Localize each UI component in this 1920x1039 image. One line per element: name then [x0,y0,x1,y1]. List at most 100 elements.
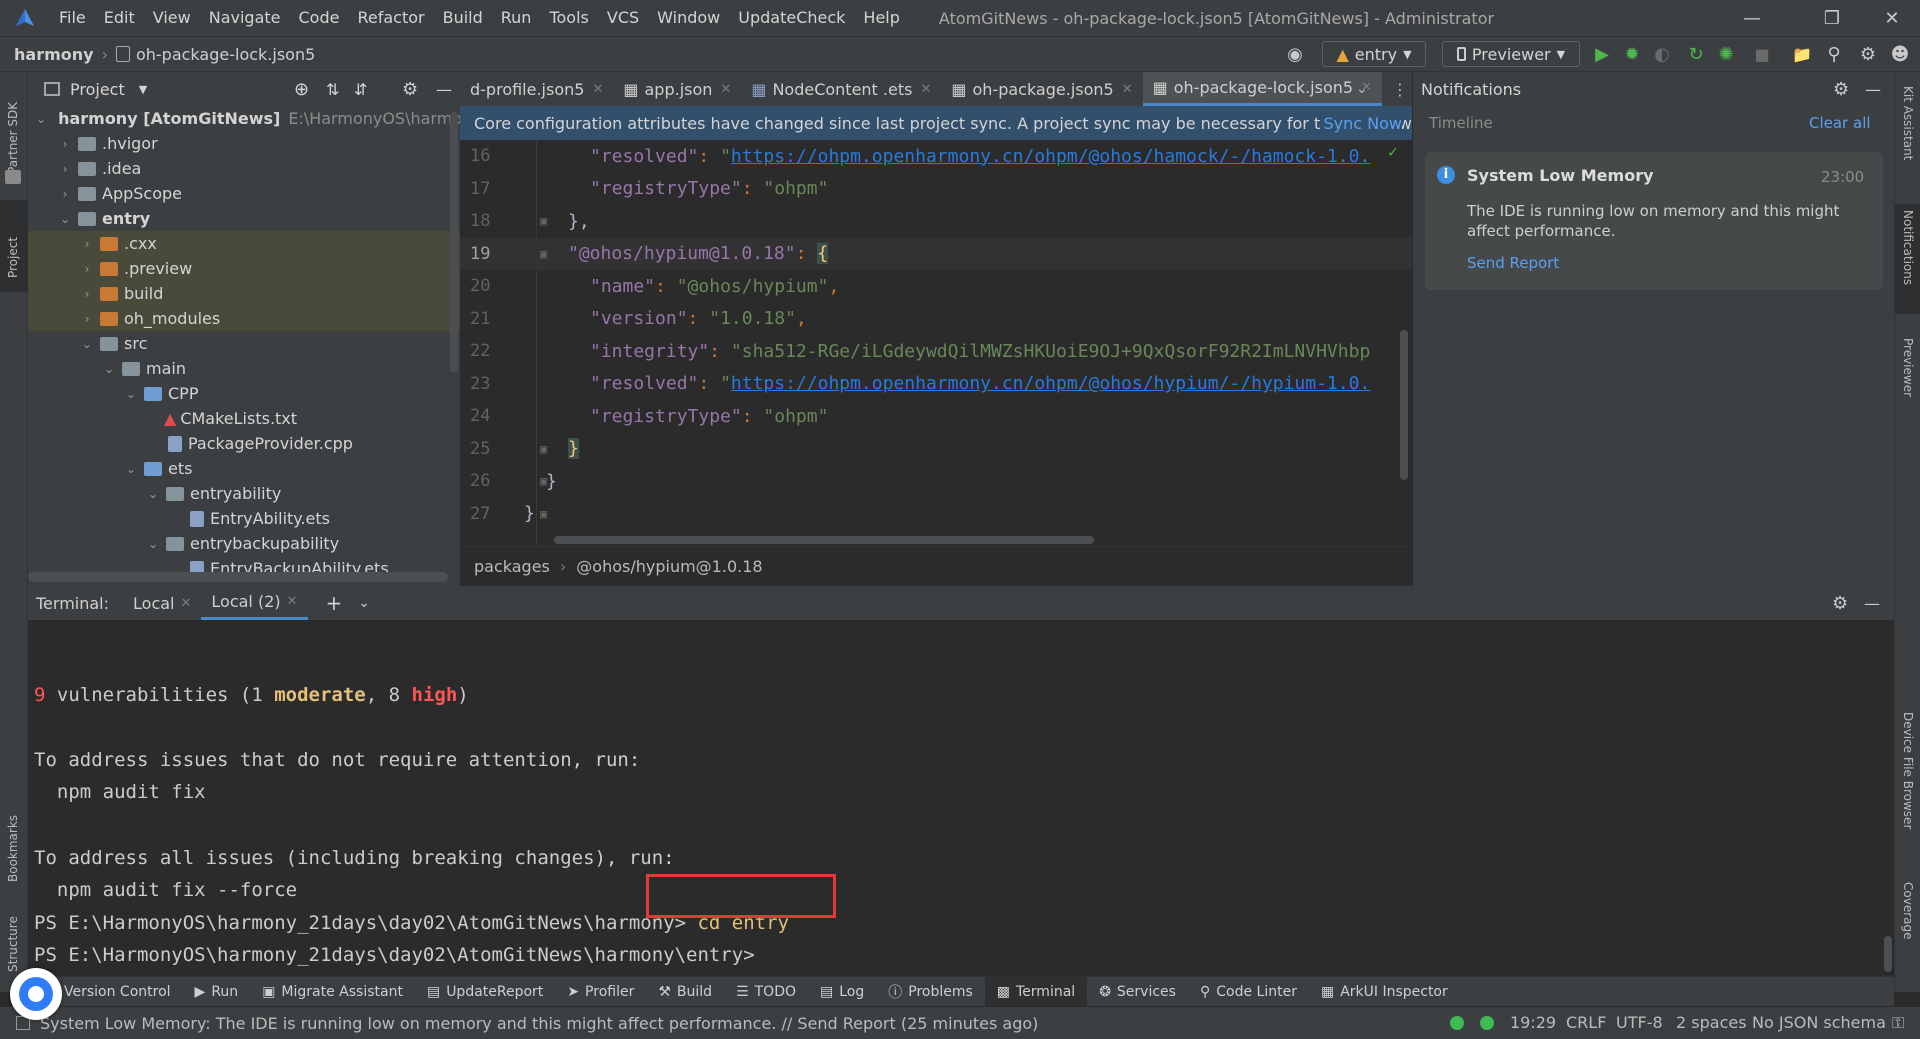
hide-panel-icon[interactable]: — [1865,80,1881,99]
tree-item-src[interactable]: ⌄ src [28,331,460,356]
menu-updatecheck[interactable]: UpdateCheck [729,0,854,36]
tool-todo[interactable]: ☰ TODO [724,977,808,1007]
clear-all-link[interactable]: Clear all [1809,114,1871,132]
tool-arkui-inspector[interactable]: ▦ ArkUI Inspector [1309,977,1460,1007]
line-separator[interactable]: CRLF [1566,1013,1606,1032]
notifications-tab[interactable]: Notifications [1901,210,1915,320]
project-structure-icon[interactable]: 📁 [1790,41,1814,67]
chevron-down-icon[interactable]: ⌄ [1356,81,1368,97]
menu-vcs[interactable]: VCS [598,0,648,36]
tab-oh-package-lock[interactable]: ▦ oh-package-lock.json5 ✕ [1142,72,1382,106]
tree-item-packageprovider[interactable]: PackageProvider.cpp [28,431,460,456]
tool-terminal[interactable]: ▩ Terminal [984,976,1088,1007]
tree-item-idea[interactable]: › .idea [28,156,460,181]
chevron-down-icon[interactable]: ⌄ [124,462,138,476]
menu-view[interactable]: View [144,0,200,36]
collapse-all-icon[interactable]: ⇵ [354,80,367,99]
tree-item-ets[interactable]: ⌄ ets [28,456,460,481]
tree-item-entryability[interactable]: ⌄ entryability [28,481,460,506]
tree-item-entry[interactable]: ⌄ entry [28,206,460,231]
menu-navigate[interactable]: Navigate [200,0,290,36]
terminal-output[interactable]: 9 vulnerabilities (1 moderate, 8 high) T… [34,646,789,972]
tree-item-appscope[interactable]: › AppScope [28,181,460,206]
tree-item-preview[interactable]: › .preview [28,256,460,281]
menu-run[interactable]: Run [492,0,541,36]
tab-d-profile[interactable]: d-profile.json5 ✕ [460,72,613,106]
tree-item-cmakelists[interactable]: ▲ CMakeLists.txt [28,406,460,431]
restore-icon[interactable]: ❐ [1804,0,1860,36]
json-schema[interactable]: No JSON schema [1752,1013,1886,1032]
tree-item-hvigor[interactable]: › .hvigor [28,131,460,156]
lock-icon[interactable]: ⚿ [1892,1013,1904,1033]
menu-refactor[interactable]: Refactor [348,0,433,36]
panel-settings-icon[interactable]: ⚙ [402,79,418,100]
partner-sdk-tab[interactable]: Partner SDK [6,84,20,174]
expand-all-icon[interactable]: ⇅ [326,80,339,99]
chevron-right-icon[interactable]: › [80,237,94,251]
kit-assistant-tab[interactable]: Kit Assistant [1901,86,1915,206]
url-link[interactable]: https://ohpm.openharmony.cn/ohpm/@ohos/h… [731,146,1370,167]
rerun-icon[interactable]: ↻ [1684,41,1708,67]
menu-build[interactable]: Build [434,0,492,36]
breadcrumb-item[interactable]: @ohos/hypium@1.0.18 [576,557,762,576]
hide-panel-icon[interactable]: — [1864,594,1880,613]
tab-oh-package[interactable]: ▦ oh-package.json5 ✕ [941,72,1142,106]
breadcrumb-file[interactable]: oh-package-lock.json5 [136,45,315,64]
tree-root[interactable]: ⌄ harmony [AtomGitNews] E:\HarmonyOS\har… [28,106,490,131]
status-message[interactable]: System Low Memory: The IDE is running lo… [40,1014,1038,1033]
breadcrumb-item[interactable]: packages [474,557,550,576]
tree-item-build[interactable]: › build [28,281,460,306]
chevron-down-icon[interactable]: ⌄ [358,595,370,611]
search-icon[interactable]: ⚲ [1822,41,1846,67]
sync-now-link[interactable]: Sync Now [1319,113,1402,133]
menu-window[interactable]: Window [648,0,729,36]
chevron-down-icon[interactable]: ▼ [139,83,147,96]
tab-app-json[interactable]: ▦ app.json ✕ [613,72,741,106]
hide-panel-icon[interactable]: — [436,80,452,99]
debug-icon[interactable]: ✹ [1620,41,1644,67]
menu-edit[interactable]: Edit [95,0,144,36]
chevron-down-icon[interactable]: ⌄ [36,112,46,126]
fold-icon[interactable]: ▣ [540,507,547,521]
tool-services[interactable]: ❂ Services [1087,977,1188,1007]
send-report-link[interactable]: Send Report [1467,254,1559,272]
menu-file[interactable]: File [50,0,95,36]
editor-vertical-scrollbar[interactable] [1400,330,1408,480]
tree-item-entrybackupability[interactable]: ⌄ entrybackupability [28,531,460,556]
tool-run[interactable]: ▶ Run [183,977,251,1007]
url-link[interactable]: https://ohpm.openharmony.cn/ohpm/@ohos/h… [731,373,1370,394]
tree-item-cxx[interactable]: › .cxx [28,231,460,256]
chevron-right-icon[interactable]: › [80,287,94,301]
horizontal-scrollbar[interactable] [28,572,448,582]
tool-updatereport[interactable]: ▤ UpdateReport [415,977,555,1007]
coverage-tab[interactable]: Coverage [1901,882,1915,972]
code-area[interactable]: 16 "resolved": "https://ohpm.openharmony.… [460,140,1412,546]
terminal-settings-icon[interactable]: ⚙ [1832,593,1848,614]
tool-code-linter[interactable]: ⚲ Code Linter [1188,977,1309,1007]
menu-help[interactable]: Help [854,0,908,36]
breadcrumb-project[interactable]: harmony [14,45,94,64]
close-icon[interactable]: ✕ [180,596,191,611]
profile-icon[interactable]: ◐ [1650,41,1674,67]
project-view-select[interactable]: Project [70,80,125,99]
chevron-down-icon[interactable]: ⌄ [58,212,72,226]
menu-code[interactable]: Code [290,0,349,36]
bookmarks-tab[interactable]: Bookmarks [6,762,20,882]
chevron-down-icon[interactable]: ⌄ [146,537,160,551]
vertical-scrollbar[interactable] [450,112,458,372]
fold-icon[interactable]: ▣ [540,474,547,488]
chevron-right-icon[interactable]: › [58,187,72,201]
project-tab[interactable]: Project [6,208,20,278]
close-icon[interactable]: ✕ [1122,82,1133,97]
tool-migrate-assistant[interactable]: ▣ Migrate Assistant [250,977,415,1007]
chevron-right-icon[interactable]: › [80,312,94,326]
device-file-browser-tab[interactable]: Device File Browser [1901,712,1915,852]
chevron-down-icon[interactable]: ⌄ [80,337,94,351]
chevron-right-icon[interactable]: › [58,162,72,176]
menu-tools[interactable]: Tools [540,0,597,36]
structure-tab[interactable]: Structure [6,882,20,972]
run-config-select[interactable]: ▲ entry ▼ [1322,41,1426,67]
tool-build[interactable]: ⚒ Build [646,977,724,1007]
settings-icon[interactable]: ⚙ [1856,41,1880,67]
chevron-right-icon[interactable]: › [58,137,72,151]
